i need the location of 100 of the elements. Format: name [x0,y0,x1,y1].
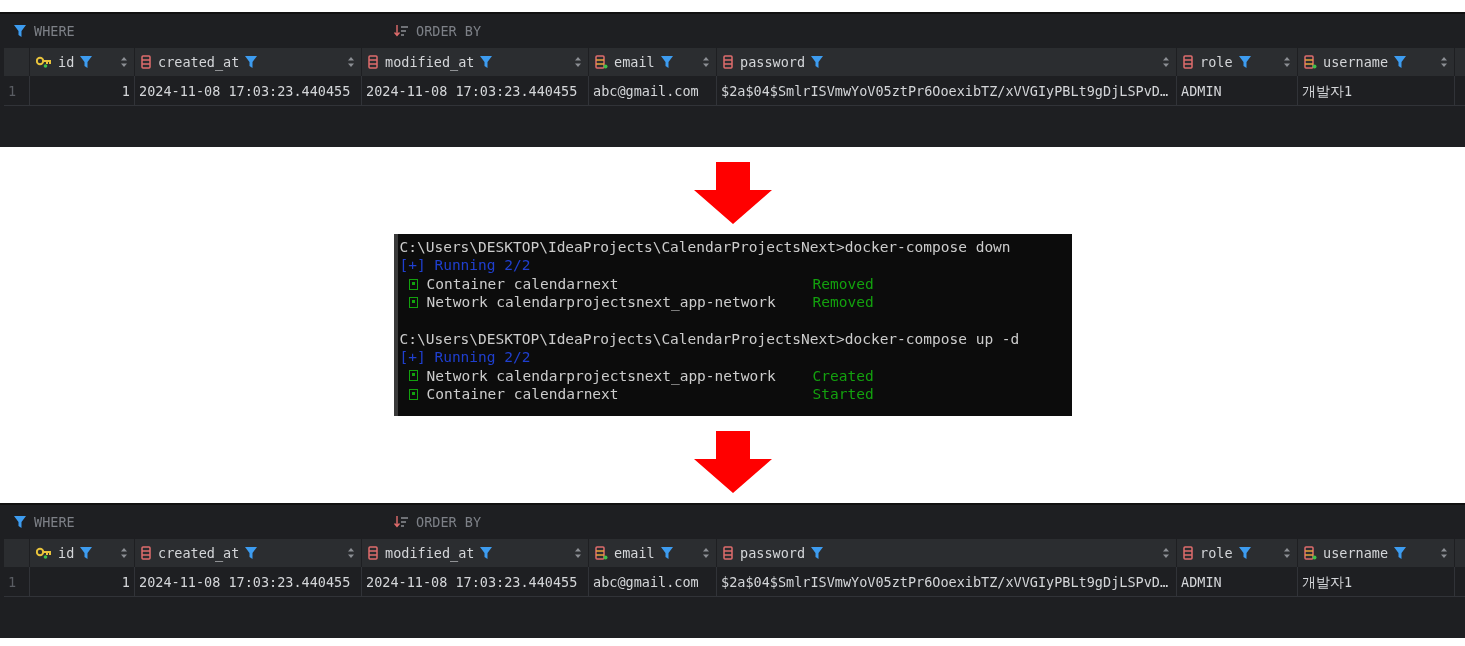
table-cell: 개발자1 [1298,76,1455,105]
column-header[interactable]: email [589,539,717,567]
sort-icon[interactable] [1283,57,1291,67]
column-icon [723,55,734,69]
sort-icon[interactable] [574,57,582,67]
table-cell: ADMIN [1177,567,1298,596]
sort-icon[interactable] [1440,57,1448,67]
indexed-column-icon [595,546,608,560]
indexed-column-icon [1304,546,1317,560]
filter-icon[interactable] [80,56,93,68]
down-arrow-icon [693,162,772,224]
status-icon [408,388,418,400]
resource-name: Network calendarprojectsnext_app-network [426,293,777,312]
column-icon [141,55,152,69]
column-header[interactable]: modified_at [362,539,589,567]
progress-line: [+] Running 2/2 [399,348,532,367]
sort-icon[interactable] [1440,548,1448,558]
where-label[interactable]: WHERE [34,511,75,533]
column-icon [368,55,379,69]
table-cell: 2024-11-08 17:03:23.440455 [362,567,589,596]
filter-icon[interactable] [1238,56,1251,68]
column-name: password [740,543,806,563]
order-by-label[interactable]: ORDER BY [416,20,482,42]
column-header[interactable]: email [589,48,717,76]
sort-icon[interactable] [120,57,128,67]
filter-icon[interactable] [1394,56,1407,68]
table-cell: 1 [30,76,135,105]
column-icon [368,546,379,560]
column-header[interactable]: username [1298,539,1455,567]
sort-icon[interactable] [702,57,710,67]
sort-icon[interactable] [702,548,710,558]
column-name: password [740,52,806,72]
filter-icon[interactable] [14,516,26,528]
column-icon [1183,546,1194,560]
resource-status: Started [812,385,874,404]
indexed-column-icon [595,55,608,69]
order-by-label[interactable]: ORDER BY [416,511,482,533]
sort-icon[interactable] [347,57,355,67]
sort-icon[interactable] [347,548,355,558]
filter-icon[interactable] [660,547,673,559]
resource-status: Created [812,366,874,386]
row-number: 1 [4,567,30,596]
column-header[interactable]: id [30,539,135,567]
progress-line: [+] Running 2/2 [399,256,532,275]
column-header[interactable]: password [717,48,1177,76]
resource-status: Removed [812,293,874,312]
resource-status: Removed [812,274,874,294]
sort-order-icon [394,516,408,528]
column-name: id [58,543,75,563]
filter-icon[interactable] [1238,547,1251,559]
column-name: username [1323,543,1389,563]
sort-order-icon [394,25,408,37]
column-name: id [58,52,75,72]
column-name: modified_at [385,52,475,73]
filter-icon[interactable] [245,56,258,68]
sort-icon[interactable] [1283,548,1291,558]
filter-icon[interactable] [811,56,824,68]
column-name: created_at [158,543,240,564]
column-name: email [614,543,655,563]
status-icon [408,278,418,290]
table-cell: 개발자1 [1298,567,1455,596]
resource-name: Container calendarnext [426,274,620,294]
sort-icon[interactable] [120,548,128,558]
column-name: modified_at [385,543,475,564]
filter-icon[interactable] [245,547,258,559]
column-icon [723,546,734,560]
column-header[interactable]: role [1177,539,1298,567]
column-header[interactable]: role [1177,48,1298,76]
resource-name: Network calendarprojectsnext_app-network [426,366,777,386]
column-header[interactable]: created_at [135,48,362,76]
filter-icon[interactable] [811,547,824,559]
sort-icon[interactable] [1162,548,1170,558]
indexed-column-icon [1304,55,1317,69]
filter-icon[interactable] [480,547,493,559]
column-name: role [1200,52,1233,72]
sort-icon[interactable] [574,548,582,558]
filter-icon[interactable] [480,56,493,68]
status-icon [408,296,418,308]
resource-name: Container calendarnext [426,385,620,404]
column-name: created_at [158,52,240,73]
table-cell: abc@gmail.com [589,76,717,105]
command-line: C:\Users\DESKTOP\IdeaProjects\CalendarProjectsNext>docker-compose down [399,238,1012,257]
column-header[interactable]: id [30,48,135,76]
column-header[interactable]: created_at [135,539,362,567]
filter-icon[interactable] [80,547,93,559]
column-header[interactable]: password [717,539,1177,567]
column-name: username [1323,52,1389,72]
filter-icon[interactable] [1394,547,1407,559]
column-header[interactable]: username [1298,48,1455,76]
column-header[interactable]: modified_at [362,48,589,76]
where-label[interactable]: WHERE [34,20,75,42]
filter-icon[interactable] [14,25,26,37]
table-cell: 2024-11-08 17:03:23.440455 [135,567,362,596]
column-icon [141,546,152,560]
sort-icon[interactable] [1162,57,1170,67]
filter-icon[interactable] [660,56,673,68]
table-cell: ADMIN [1177,76,1298,105]
table-cell: $2a$04$SmlrISVmwYoV05ztPr6OoexibTZ/xVVGIyPBLt9gDjLSPvD… [717,76,1177,105]
row-number: 1 [4,76,30,105]
key-icon [36,547,52,559]
